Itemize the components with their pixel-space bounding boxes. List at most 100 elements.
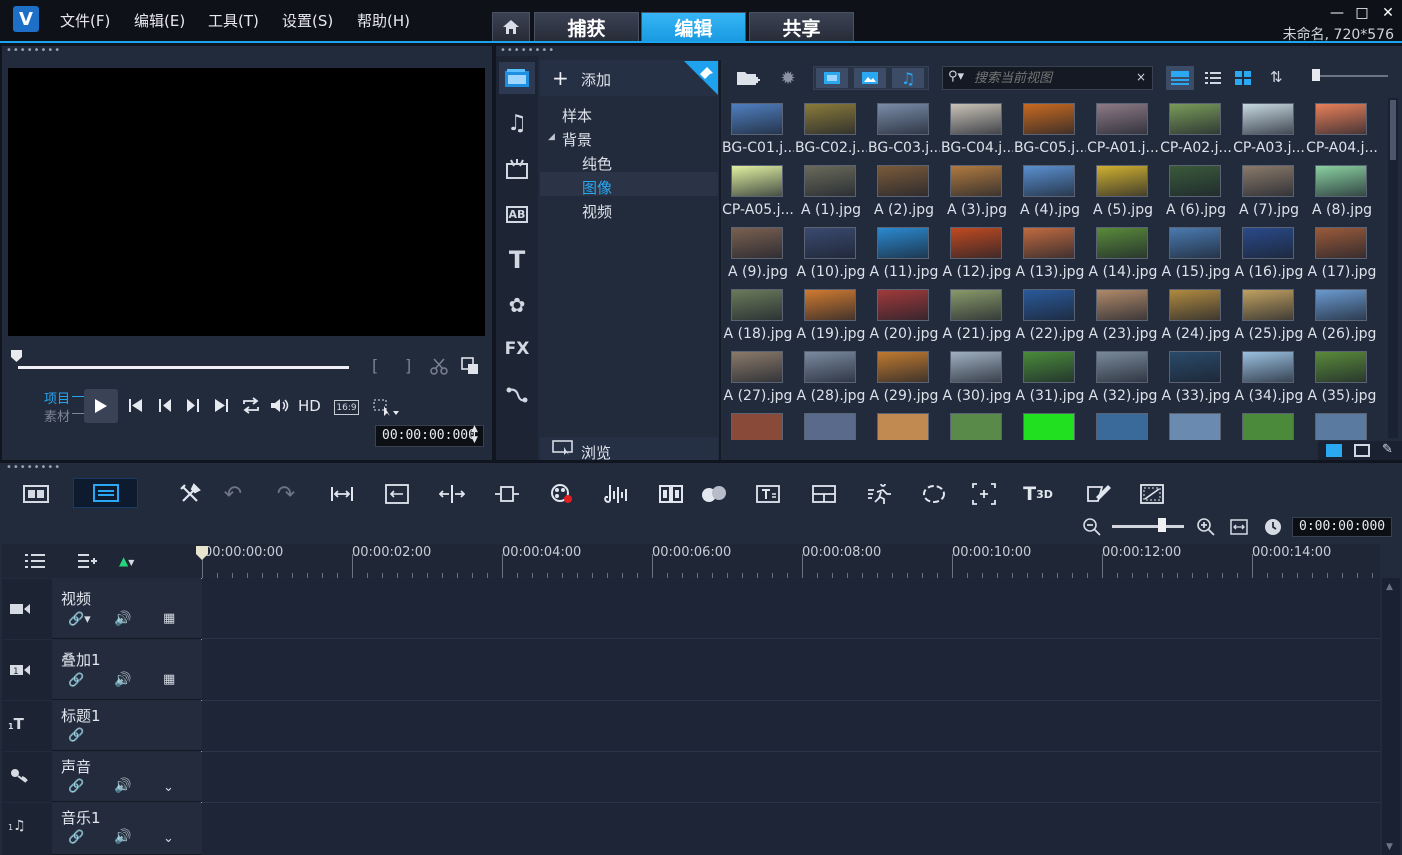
menu-help[interactable]: 帮助(H)	[357, 10, 410, 31]
project-mode-label[interactable]: 项目	[44, 388, 70, 407]
tree-sample[interactable]: 样本	[562, 105, 592, 126]
storyboard-view-button[interactable]	[20, 480, 52, 508]
link-icon[interactable]: 🔗	[68, 728, 84, 743]
menu-edit[interactable]: 编辑(E)	[134, 10, 185, 31]
media-thumbnail[interactable]: A (10).jpg	[795, 224, 865, 282]
redo-icon[interactable]: ↷	[270, 480, 302, 508]
media-thumbnail[interactable]: A (22).jpg	[1014, 286, 1084, 344]
media-thumbnail[interactable]	[1306, 410, 1376, 440]
crop-tool-icon[interactable]	[373, 399, 399, 417]
media-thumbnail[interactable]: A (18).jpg	[722, 286, 792, 344]
media-thumbnail[interactable]	[941, 410, 1011, 440]
music-track-icon[interactable]: 1♫	[8, 818, 26, 834]
mute-icon[interactable]: 🔊	[114, 672, 131, 688]
media-thumbnail[interactable]: A (21).jpg	[941, 286, 1011, 344]
checker-icon[interactable]: ▦	[163, 672, 175, 687]
repeat-icon[interactable]	[241, 397, 261, 414]
close-icon[interactable]: ✕	[1377, 4, 1399, 22]
media-thumbnail[interactable]	[1087, 410, 1157, 440]
video-track-icon[interactable]	[9, 602, 31, 616]
preview-grip[interactable]: ••••••••	[6, 45, 61, 56]
media-thumbnail[interactable]: CP-A01.j...	[1087, 100, 1159, 158]
media-thumbnail[interactable]: A (31).jpg	[1014, 348, 1084, 406]
fit-timeline-icon[interactable]	[1230, 519, 1248, 535]
mute-icon[interactable]: 🔊	[114, 611, 131, 627]
media-thumbnail[interactable]: A (20).jpg	[868, 286, 938, 344]
library-grip[interactable]: ••••••••	[500, 45, 555, 56]
media-thumbnail[interactable]: A (4).jpg	[1014, 162, 1084, 220]
hd-preview-button[interactable]: HD	[298, 397, 321, 415]
tree-collapse-icon[interactable]: ◢	[548, 132, 555, 142]
media-thumbnail[interactable]: A (15).jpg	[1160, 224, 1230, 282]
prev-frame-icon[interactable]	[158, 398, 173, 413]
view-thumbnail-button[interactable]	[1166, 66, 1194, 90]
fit-project-icon[interactable]	[326, 480, 358, 508]
menu-tools[interactable]: 工具(T)	[208, 10, 259, 31]
menu-file[interactable]: 文件(F)	[60, 10, 110, 31]
paint-creator-icon[interactable]	[1083, 480, 1115, 508]
media-thumbnail[interactable]	[795, 410, 865, 440]
media-thumbnail[interactable]: BG-C03.j...	[868, 100, 940, 158]
mask-creator-icon[interactable]	[698, 480, 730, 508]
media-thumbnail[interactable]: A (12).jpg	[941, 224, 1011, 282]
zoom-slider-handle[interactable]	[1158, 518, 1166, 532]
multi-camera-icon[interactable]	[655, 480, 687, 508]
media-thumbnail[interactable]: CP-A02.j...	[1160, 100, 1232, 158]
media-thumbnail[interactable]: A (24).jpg	[1160, 286, 1230, 344]
tab-edit[interactable]: 编辑	[641, 12, 746, 42]
thumb-size-slider[interactable]	[1316, 75, 1388, 77]
3d-title-editor-icon[interactable]: T 3D	[1022, 480, 1054, 508]
layout-a-icon[interactable]	[1326, 444, 1342, 457]
title-category-icon[interactable]: T	[499, 245, 535, 275]
link-icon[interactable]: 🔗	[68, 830, 84, 845]
add-track-icon[interactable]	[77, 554, 99, 568]
pan-zoom-icon[interactable]	[968, 480, 1000, 508]
media-thumbnail[interactable]: BG-C01.j...	[722, 100, 794, 158]
aspect-ratio-button[interactable]: 16:9	[334, 400, 359, 415]
media-thumbnail[interactable]: A (6).jpg	[1160, 162, 1230, 220]
tab-capture[interactable]: 捕获	[534, 12, 639, 42]
media-thumbnail[interactable]: BG-C02.j...	[795, 100, 867, 158]
timeline-scrollbar[interactable]	[1382, 578, 1400, 855]
media-thumbnail[interactable]: A (23).jpg	[1087, 286, 1157, 344]
track-area[interactable]	[202, 578, 1380, 855]
show-audio-button[interactable]: ♫	[892, 68, 924, 88]
show-video-button[interactable]	[816, 68, 848, 88]
media-thumbnail[interactable]: A (33).jpg	[1160, 348, 1230, 406]
media-thumbnail[interactable]: A (5).jpg	[1087, 162, 1157, 220]
clip-mode-label[interactable]: 素材	[44, 406, 70, 425]
trim-clip-icon[interactable]	[491, 480, 523, 508]
preview-timecode[interactable]: 00:00:00:000	[375, 425, 484, 447]
mark-in-button[interactable]: [	[372, 356, 378, 375]
browse-icon[interactable]	[552, 440, 574, 456]
screen-capture-icon[interactable]	[1136, 480, 1168, 508]
media-category-button[interactable]	[499, 62, 535, 94]
record-capture-icon[interactable]	[546, 480, 578, 508]
undo-icon[interactable]: ↶	[217, 480, 249, 508]
next-frame-icon[interactable]	[185, 398, 200, 413]
mute-icon[interactable]: 🔊	[114, 778, 131, 794]
volume-icon[interactable]	[270, 397, 290, 414]
sound-mixer-icon[interactable]	[600, 480, 632, 508]
media-thumbnail[interactable]	[868, 410, 938, 440]
link-icon[interactable]: 🔗	[68, 779, 84, 794]
thumb-size-handle[interactable]	[1312, 69, 1320, 81]
library-scroll-thumb[interactable]	[1390, 100, 1396, 160]
tools-icon[interactable]	[174, 480, 206, 508]
transition-icon[interactable]	[499, 154, 535, 184]
timecode-stepper-icon[interactable]: ▲ ▼	[471, 424, 478, 446]
timeline-timecode[interactable]: 0:00:00:000	[1292, 517, 1392, 537]
scrubber-handle-icon[interactable]	[10, 349, 23, 363]
scroll-up-icon[interactable]: ▲	[1386, 582, 1393, 592]
media-thumbnail[interactable]: A (7).jpg	[1233, 162, 1303, 220]
media-thumbnail[interactable]: A (3).jpg	[941, 162, 1011, 220]
media-thumbnail[interactable]: A (32).jpg	[1087, 348, 1157, 406]
clock-icon[interactable]	[1264, 518, 1282, 536]
motion-tracking-icon[interactable]	[864, 480, 896, 508]
view-list-button[interactable]	[1199, 66, 1227, 90]
media-thumbnail[interactable]: BG-C04.j...	[941, 100, 1013, 158]
media-thumbnail[interactable]: A (19).jpg	[795, 286, 865, 344]
media-thumbnail[interactable]: BG-C05.j...	[1014, 100, 1086, 158]
media-thumbnail[interactable]: A (27).jpg	[722, 348, 792, 406]
split-screen-icon[interactable]	[808, 480, 840, 508]
